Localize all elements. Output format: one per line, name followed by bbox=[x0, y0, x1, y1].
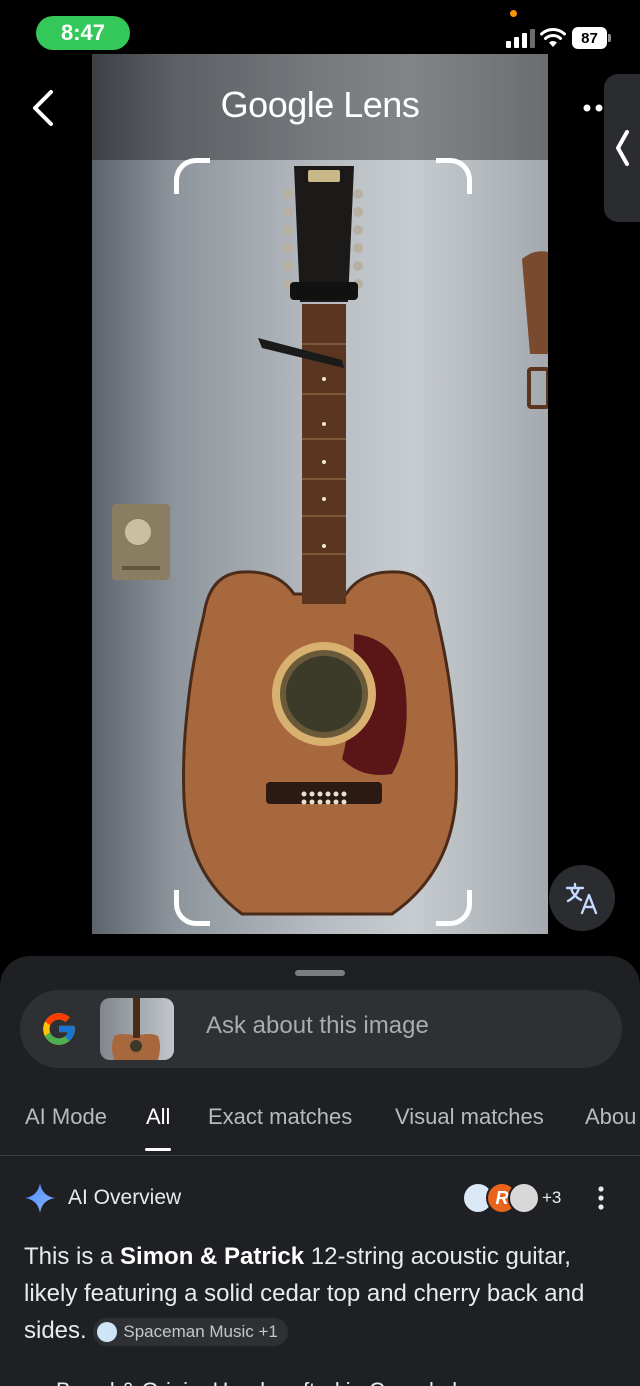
side-panel-tab[interactable] bbox=[604, 74, 640, 222]
battery-level: 87 bbox=[572, 27, 607, 49]
source-avatar-3 bbox=[508, 1182, 540, 1214]
collapse-chevron-icon bbox=[616, 130, 629, 166]
source-count: +3 bbox=[542, 1188, 562, 1207]
tab-visual-matches[interactable]: Visual matches bbox=[395, 1104, 544, 1130]
search-placeholder: Ask about this image bbox=[206, 1012, 429, 1039]
results-sheet: Ask about this image AI Mode All Exact m… bbox=[0, 956, 640, 1386]
wifi-icon bbox=[540, 28, 566, 47]
mic-indicator-dot bbox=[510, 10, 517, 17]
status-bar: 8:47 87 bbox=[0, 0, 640, 60]
signal-icon bbox=[506, 29, 535, 48]
ai-overview-title: AI Overview bbox=[68, 1186, 182, 1209]
tab-all[interactable]: All bbox=[146, 1104, 170, 1130]
translate-button[interactable] bbox=[549, 865, 615, 931]
translate-icon bbox=[565, 882, 598, 915]
ai-overview-text: This is a Simon & Patrick 12-string acou… bbox=[24, 1243, 585, 1346]
search-input[interactable]: Ask about this image bbox=[20, 990, 622, 1068]
next-line-partial: Brand & Origin: Hand-crafted in Canada b… bbox=[56, 1378, 475, 1386]
battery-icon: 87 bbox=[572, 27, 612, 49]
sparkle-icon bbox=[25, 1183, 55, 1213]
camera-photo[interactable] bbox=[92, 54, 548, 934]
ai-overview-header: AI Overview R +3 bbox=[0, 1178, 640, 1218]
active-tab-indicator bbox=[145, 1148, 171, 1151]
source-icons[interactable]: R bbox=[462, 1182, 542, 1214]
result-tabs: AI Mode All Exact matches Visual matches… bbox=[0, 1094, 640, 1156]
guitar-photo-illustration bbox=[112, 166, 548, 916]
image-thumbnail[interactable] bbox=[100, 998, 174, 1060]
tab-ai-mode[interactable]: AI Mode bbox=[25, 1104, 107, 1130]
source-chip[interactable]: Spaceman Music +1 bbox=[93, 1317, 288, 1346]
tab-exact-matches[interactable]: Exact matches bbox=[208, 1104, 352, 1130]
spaceman-music-icon bbox=[97, 1321, 118, 1342]
sheet-drag-handle[interactable] bbox=[295, 970, 345, 976]
status-time[interactable]: 8:47 bbox=[36, 16, 130, 50]
tab-about[interactable]: Abou bbox=[585, 1104, 636, 1130]
kebab-menu-icon[interactable] bbox=[596, 1184, 606, 1212]
app-title: Google Lens bbox=[220, 84, 420, 125]
google-g-icon bbox=[43, 1013, 75, 1045]
